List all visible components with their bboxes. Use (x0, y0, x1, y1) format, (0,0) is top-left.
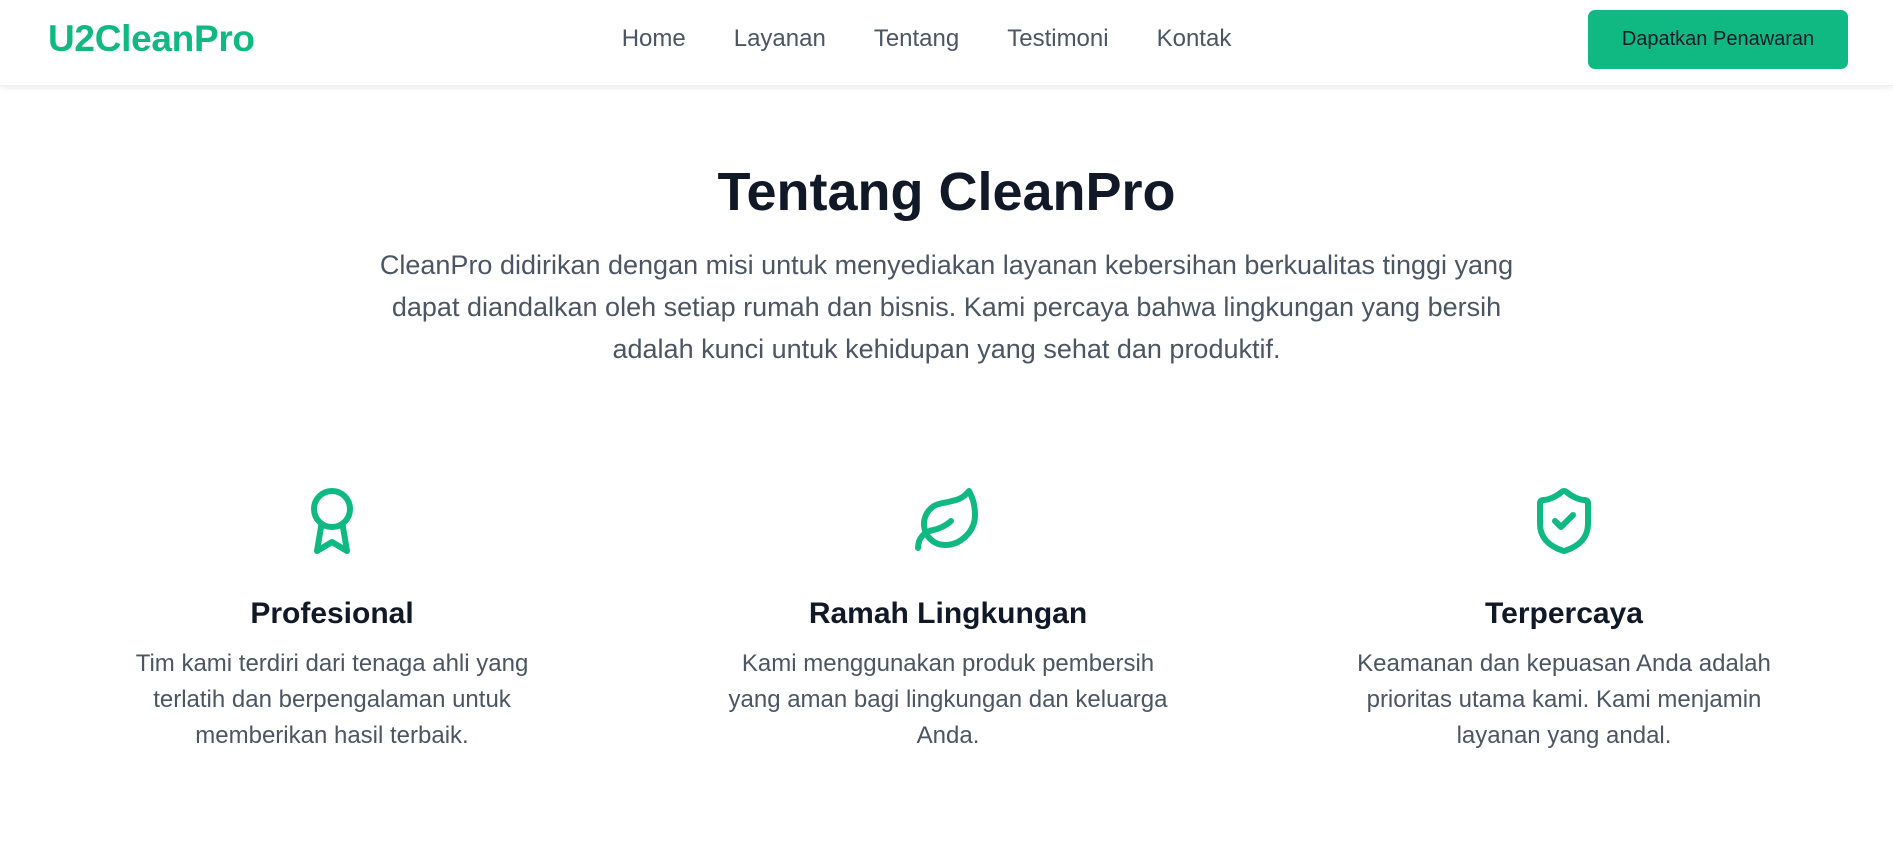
feature-description: Tim kami terdiri dari tenaga ahli yang t… (135, 650, 529, 749)
leaf-icon (915, 488, 978, 551)
feature-description: Kami menggunakan produk pembersih yang a… (728, 650, 1168, 749)
feature-card-ramah-lingkungan: Ramah Lingkungan Kami menggunakan produk… (708, 485, 1188, 754)
award-icon (311, 488, 353, 554)
nav-link-kontak[interactable]: Kontak (1157, 25, 1232, 52)
navbar: U2CleanPro Home Layanan Tentang Testimon… (0, 0, 1893, 86)
feature-title: Ramah Lingkungan (808, 597, 1088, 630)
nav-link-layanan[interactable]: Layanan (734, 25, 826, 52)
about-section: Tentang CleanPro CleanPro didirikan deng… (0, 86, 1893, 370)
get-quote-button[interactable]: Dapatkan Penawaran (1588, 10, 1848, 69)
shield-check-icon (1537, 488, 1591, 555)
nav-link-home[interactable]: Home (622, 25, 686, 52)
about-description: CleanPro didirikan dengan misi untuk men… (379, 250, 1514, 364)
feature-title: Profesional (250, 597, 414, 630)
brand-logo[interactable]: U2CleanPro (48, 17, 255, 61)
feature-card-profesional: Profesional Tim kami terdiri dari tenaga… (92, 485, 572, 754)
nav-link-tentang[interactable]: Tentang (874, 25, 959, 52)
feature-card-terpercaya: Terpercaya Keamanan dan kepuasan Anda ad… (1324, 485, 1804, 754)
feature-title: Terpercaya (1485, 597, 1643, 630)
nav-link-testimoni[interactable]: Testimoni (1007, 25, 1108, 52)
feature-description: Keamanan dan kepuasan Anda adalah priori… (1357, 650, 1771, 749)
about-title: Tentang CleanPro (717, 162, 1176, 222)
